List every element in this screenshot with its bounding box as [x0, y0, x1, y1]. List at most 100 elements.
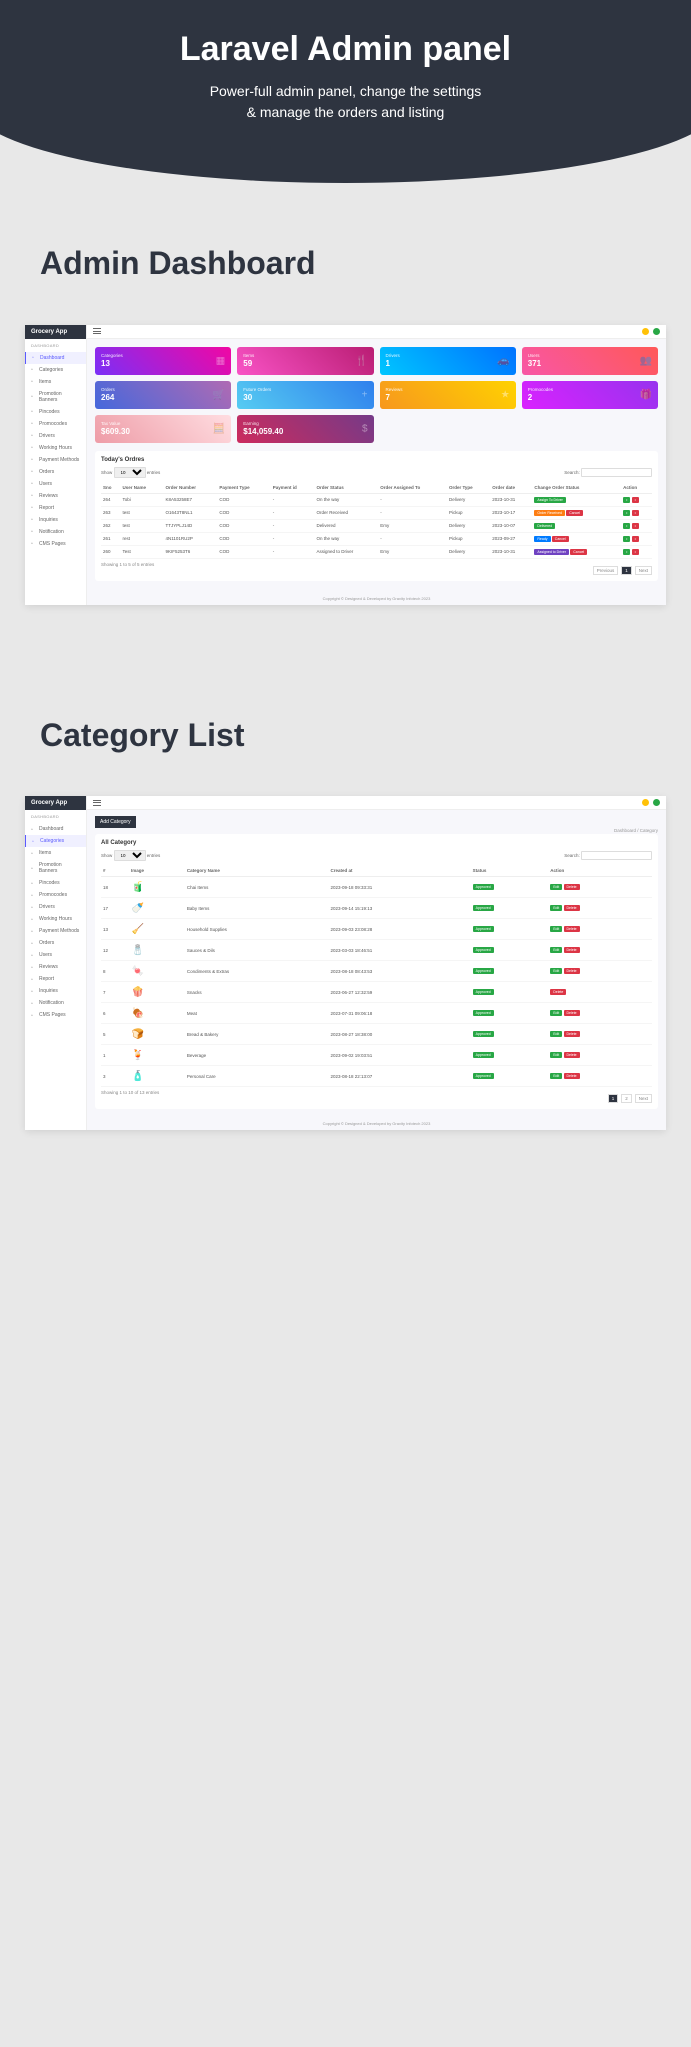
column-header[interactable]: Payment Type — [217, 482, 270, 494]
avatar-icon[interactable] — [653, 799, 660, 806]
menu-toggle-icon[interactable] — [93, 328, 101, 334]
search-input[interactable] — [581, 468, 652, 477]
sidebar-item-payment-methods[interactable]: ▫Payment Methods — [25, 925, 86, 937]
status-badge[interactable]: Ready — [534, 536, 550, 542]
sidebar-item-inquiries[interactable]: ▫Inquiries — [25, 985, 86, 997]
sidebar-item-dashboard[interactable]: ▫Dashboard — [25, 352, 86, 364]
sidebar-item-working-hours[interactable]: ▫Working Hours — [25, 442, 86, 454]
sidebar-item-reviews[interactable]: ▫Reviews — [25, 490, 86, 502]
edit-button[interactable]: Edit — [550, 1052, 562, 1058]
status-badge[interactable]: Cancel — [566, 510, 583, 516]
search-input[interactable] — [581, 851, 652, 860]
status-badge[interactable]: Assigned to Driver — [534, 549, 569, 555]
sidebar-item-pincodes[interactable]: ▫Pincodes — [25, 877, 86, 889]
stat-card-items[interactable]: Items59🍴 — [237, 347, 373, 375]
status-badge[interactable]: Assign To Driver — [534, 497, 565, 503]
sidebar-item-orders[interactable]: ▫Orders — [25, 937, 86, 949]
stat-card-earning[interactable]: Earning$14,059.40$ — [237, 415, 373, 443]
add-category-button[interactable]: Add Category — [95, 816, 136, 828]
edit-button[interactable]: Edit — [550, 968, 562, 974]
edit-button[interactable]: Edit — [550, 884, 562, 890]
next-button[interactable]: Next — [635, 1094, 652, 1103]
sidebar-item-promotion-banners[interactable]: ▫Promotion Banners — [25, 859, 86, 877]
column-header[interactable]: Payment id — [271, 482, 315, 494]
action-button[interactable]: • — [623, 523, 630, 529]
sidebar-item-cms-pages[interactable]: ▫CMS Pages — [25, 1009, 86, 1021]
sidebar-item-cms-pages[interactable]: ▫CMS Pages — [25, 538, 86, 550]
stat-card-orders[interactable]: Orders264🛒 — [95, 381, 231, 409]
action-button[interactable]: • — [623, 510, 630, 516]
column-header[interactable]: Category Name — [185, 865, 329, 877]
column-header[interactable]: Order Status — [315, 482, 379, 494]
column-header[interactable]: Order Number — [163, 482, 217, 494]
delete-button[interactable]: Delete — [564, 1073, 580, 1079]
sidebar-item-report[interactable]: ▫Report — [25, 973, 86, 985]
column-header[interactable]: Created at — [329, 865, 471, 877]
notification-icon[interactable] — [642, 328, 649, 335]
sidebar-item-report[interactable]: ▫Report — [25, 502, 86, 514]
status-badge[interactable]: Order Received — [534, 510, 565, 516]
sidebar-item-working-hours[interactable]: ▫Working Hours — [25, 913, 86, 925]
stat-card-future-orders[interactable]: Future Orders30+ — [237, 381, 373, 409]
sidebar-item-dashboard[interactable]: ▫Dashboard — [25, 823, 86, 835]
stat-card-reviews[interactable]: Reviews7★ — [380, 381, 516, 409]
sidebar-item-promocodes[interactable]: ▫Promocodes — [25, 889, 86, 901]
sidebar-item-reviews[interactable]: ▫Reviews — [25, 961, 86, 973]
delete-button[interactable]: Delete — [564, 1010, 580, 1016]
action-button[interactable]: • — [623, 536, 630, 542]
stat-card-users[interactable]: Users371👥 — [522, 347, 658, 375]
page-1[interactable]: 1 — [621, 566, 632, 575]
sidebar-item-items[interactable]: ▫Items — [25, 376, 86, 388]
action-button[interactable]: • — [632, 497, 639, 503]
column-header[interactable]: Order date — [490, 482, 532, 494]
column-header[interactable]: Sno — [101, 482, 121, 494]
column-header[interactable]: Order Assigned To — [378, 482, 447, 494]
edit-button[interactable]: Edit — [550, 905, 562, 911]
sidebar-item-users[interactable]: ▫Users — [25, 478, 86, 490]
stat-card-tax-value[interactable]: Tax Value$609.30🧮 — [95, 415, 231, 443]
delete-button[interactable]: Delete — [564, 1031, 580, 1037]
sidebar-item-users[interactable]: ▫Users — [25, 949, 86, 961]
sidebar-item-promocodes[interactable]: ▫Promocodes — [25, 418, 86, 430]
page-2[interactable]: 2 — [621, 1094, 632, 1103]
prev-button[interactable]: Previous — [593, 566, 619, 575]
action-button[interactable]: • — [632, 510, 639, 516]
sidebar-item-inquiries[interactable]: ▫Inquiries — [25, 514, 86, 526]
sidebar-item-categories[interactable]: ▫Categories — [25, 835, 86, 847]
sidebar-item-notification[interactable]: ▫Notification — [25, 526, 86, 538]
notification-icon[interactable] — [642, 799, 649, 806]
action-button[interactable]: • — [632, 536, 639, 542]
sidebar-item-promotion-banners[interactable]: ▫Promotion Banners — [25, 388, 86, 406]
edit-button[interactable]: Edit — [550, 1073, 562, 1079]
page-1[interactable]: 1 — [608, 1094, 619, 1103]
sidebar-item-orders[interactable]: ▫Orders — [25, 466, 86, 478]
stat-card-categories[interactable]: Categories13▦ — [95, 347, 231, 375]
edit-button[interactable]: Edit — [550, 1031, 562, 1037]
delete-button[interactable]: Delete — [564, 926, 580, 932]
sidebar-item-notification[interactable]: ▫Notification — [25, 997, 86, 1009]
column-header[interactable]: # — [101, 865, 129, 877]
sidebar-item-payment-methods[interactable]: ▫Payment Methods — [25, 454, 86, 466]
column-header[interactable]: Order Type — [447, 482, 490, 494]
delete-button[interactable]: Delete — [564, 1052, 580, 1058]
action-button[interactable]: • — [632, 523, 639, 529]
avatar-icon[interactable] — [653, 328, 660, 335]
delete-button[interactable]: Delete — [550, 989, 566, 995]
status-badge[interactable]: Cancel — [570, 549, 587, 555]
delete-button[interactable]: Delete — [564, 947, 580, 953]
page-size-select[interactable]: 10 — [114, 850, 146, 861]
stat-card-promocodes[interactable]: Promocodes2🎁 — [522, 381, 658, 409]
sidebar-item-pincodes[interactable]: ▫Pincodes — [25, 406, 86, 418]
menu-toggle-icon[interactable] — [93, 800, 101, 806]
column-header[interactable]: User Name — [121, 482, 164, 494]
column-header[interactable]: Action — [548, 865, 652, 877]
next-button[interactable]: Next — [635, 566, 652, 575]
sidebar-item-items[interactable]: ▫Items — [25, 847, 86, 859]
delete-button[interactable]: Delete — [564, 905, 580, 911]
action-button[interactable]: • — [623, 497, 630, 503]
column-header[interactable]: Image — [129, 865, 185, 877]
sidebar-item-drivers[interactable]: ▫Drivers — [25, 430, 86, 442]
column-header[interactable]: Change Order Status — [532, 482, 621, 494]
edit-button[interactable]: Edit — [550, 947, 562, 953]
column-header[interactable]: Action — [621, 482, 652, 494]
